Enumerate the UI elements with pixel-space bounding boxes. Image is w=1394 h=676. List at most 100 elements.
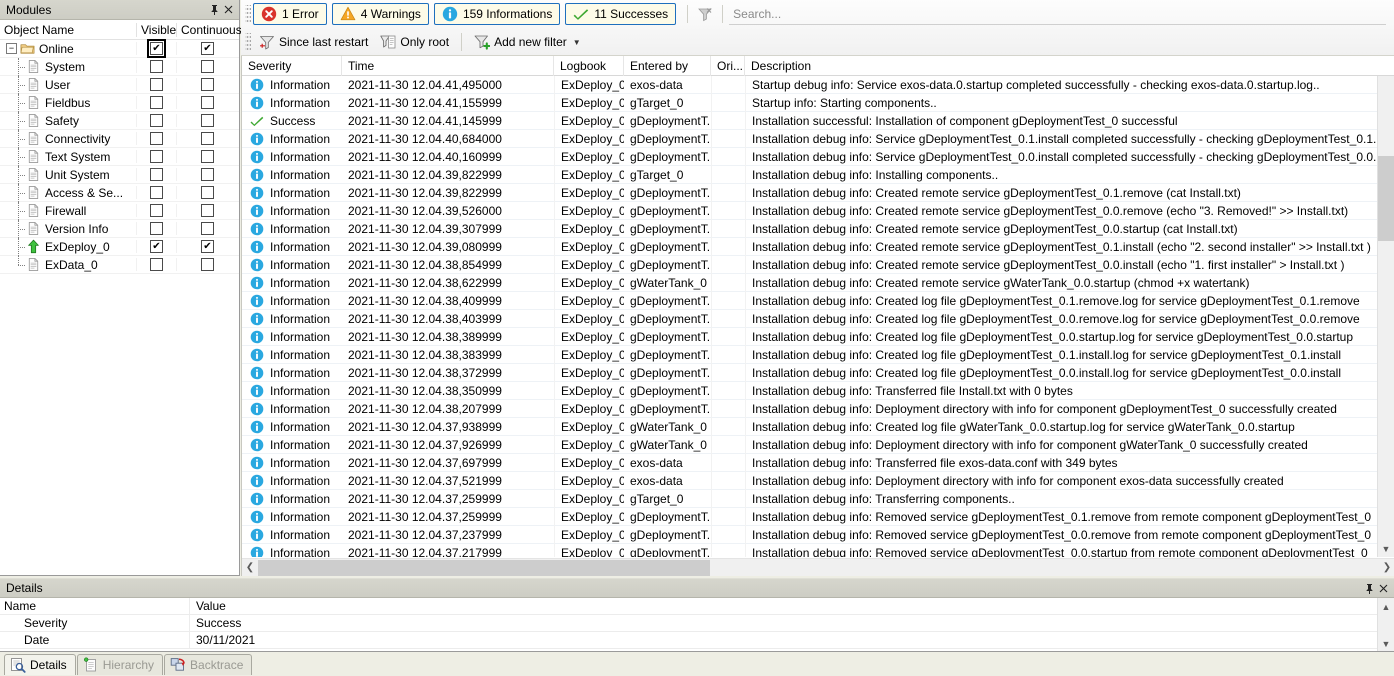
continuous-checkbox[interactable]	[201, 258, 214, 271]
table-row[interactable]: Information 2021-11-30 12.04.37,938999 ExD…	[242, 417, 1394, 436]
tree-item-exdeploy-0[interactable]: ExDeploy_0	[0, 237, 136, 256]
column-header-time[interactable]: Time	[342, 55, 554, 76]
table-row[interactable]: Information 2021-11-30 12.04.39,526000 ExD…	[242, 201, 1394, 220]
continuous-checkbox[interactable]	[201, 96, 214, 109]
continuous-checkbox[interactable]: ✔	[201, 240, 214, 253]
tree-row[interactable]: Unit System	[0, 165, 239, 184]
scroll-right-icon[interactable]: ❯	[1379, 562, 1394, 573]
column-header-severity[interactable]: Severity	[242, 55, 342, 76]
tree-row[interactable]: System	[0, 57, 239, 76]
table-row[interactable]: Success 2021-11-30 12.04.41,145999 ExDeplo…	[242, 111, 1394, 130]
log-horizontal-scrollbar[interactable]: ❮ ❯	[242, 558, 1394, 576]
visible-checkbox-cell[interactable]: ✔	[136, 39, 176, 58]
continuous-checkbox[interactable]	[201, 186, 214, 199]
tree-item-version-info[interactable]: Version Info	[0, 219, 136, 238]
details-row[interactable]: Severity Success	[0, 614, 1394, 632]
tab-backtrace[interactable]: Backtrace	[164, 654, 253, 675]
table-row[interactable]: Information 2021-11-30 12.04.41,495000 ExD…	[242, 76, 1394, 94]
continuous-checkbox[interactable]	[201, 114, 214, 127]
continuous-checkbox[interactable]	[201, 204, 214, 217]
tree-item-exdata-0[interactable]: ExData_0	[0, 255, 136, 274]
table-row[interactable]: Information 2021-11-30 12.04.39,822999 ExD…	[242, 165, 1394, 184]
column-header-object-name[interactable]: Object Name	[0, 23, 136, 37]
visible-checkbox-cell[interactable]	[136, 186, 176, 199]
visible-checkbox-cell[interactable]	[136, 96, 176, 109]
tree-item-user[interactable]: User	[0, 75, 136, 94]
log-horizontal-scroll-thumb[interactable]	[258, 559, 710, 576]
visible-checkbox[interactable]	[150, 60, 163, 73]
visible-checkbox[interactable]: ✔	[150, 240, 163, 253]
visible-checkbox[interactable]	[150, 150, 163, 163]
visible-checkbox[interactable]	[150, 258, 163, 271]
visible-checkbox-cell[interactable]	[136, 168, 176, 181]
visible-checkbox[interactable]: ✔	[147, 39, 166, 58]
table-row[interactable]: Information 2021-11-30 12.04.40,684000 ExD…	[242, 129, 1394, 148]
tab-details[interactable]: Details	[4, 654, 76, 675]
table-row[interactable]: Information 2021-11-30 12.04.38,207999 ExD…	[242, 399, 1394, 418]
table-row[interactable]: Information 2021-11-30 12.04.38,409999 ExD…	[242, 291, 1394, 310]
continuous-checkbox-cell[interactable]	[176, 258, 238, 271]
tree-item-access-se[interactable]: Access & Se...	[0, 183, 136, 202]
tree-row[interactable]: Connectivity	[0, 129, 239, 148]
details-vertical-scrollbar[interactable]: ▲ ▼	[1377, 598, 1394, 651]
continuous-checkbox-cell[interactable]	[176, 222, 238, 235]
scroll-down-icon[interactable]: ▼	[1378, 635, 1394, 651]
continuous-checkbox[interactable]	[201, 150, 214, 163]
tree-item-firewall[interactable]: Firewall	[0, 201, 136, 220]
scroll-up-icon[interactable]: ▲	[1378, 598, 1394, 615]
continuous-checkbox-cell[interactable]	[176, 60, 238, 73]
pin-icon[interactable]	[1362, 581, 1376, 595]
severity-filter-button-4-warnings[interactable]: 4 Warnings	[331, 3, 429, 25]
filter-grip-handle[interactable]	[245, 33, 251, 51]
continuous-checkbox-cell[interactable]	[176, 204, 238, 217]
table-row[interactable]: Information 2021-11-30 12.04.38,403999 ExD…	[242, 309, 1394, 328]
tree-item-safety[interactable]: Safety	[0, 111, 136, 130]
continuous-checkbox-cell[interactable]: ✔	[176, 240, 238, 253]
continuous-checkbox-cell[interactable]	[176, 96, 238, 109]
table-row[interactable]: Information 2021-11-30 12.04.37,237999 ExD…	[242, 525, 1394, 544]
column-header-continuous[interactable]: Continuous	[176, 22, 242, 37]
tree-item-connectivity[interactable]: Connectivity	[0, 129, 136, 148]
pin-icon[interactable]	[207, 3, 221, 17]
table-row[interactable]: Information 2021-11-30 12.04.37,521999 ExD…	[242, 471, 1394, 490]
continuous-checkbox-cell[interactable]	[176, 132, 238, 145]
continuous-checkbox-cell[interactable]: ✔	[176, 42, 238, 55]
continuous-checkbox-cell[interactable]	[176, 114, 238, 127]
visible-checkbox-cell[interactable]	[136, 258, 176, 271]
continuous-checkbox[interactable]: ✔	[201, 42, 214, 55]
tree-row[interactable]: ExData_0	[0, 255, 239, 274]
tree-row[interactable]: Firewall	[0, 201, 239, 220]
tree-row[interactable]: Safety	[0, 111, 239, 130]
continuous-checkbox[interactable]	[201, 60, 214, 73]
visible-checkbox-cell[interactable]: ✔	[136, 240, 176, 253]
tree-row[interactable]: Fieldbus	[0, 93, 239, 112]
table-row[interactable]: Information 2021-11-30 12.04.37,217999 ExD…	[242, 543, 1394, 557]
column-header-value[interactable]: Value	[190, 598, 1394, 615]
tree-item-online[interactable]: − Online	[0, 41, 136, 56]
table-row[interactable]: Information 2021-11-30 12.04.38,854999 ExD…	[242, 255, 1394, 274]
visible-checkbox-cell[interactable]	[136, 114, 176, 127]
log-horizontal-scroll-track[interactable]	[258, 559, 1379, 576]
tree-row[interactable]: Access & Se...	[0, 183, 239, 202]
tree-row[interactable]: Version Info	[0, 219, 239, 238]
scroll-left-icon[interactable]: ❮	[242, 562, 258, 573]
tree-expander-icon[interactable]: −	[6, 43, 17, 54]
log-vertical-scroll-thumb[interactable]	[1378, 156, 1394, 241]
chevron-down-icon[interactable]: ▼	[573, 38, 581, 47]
tree-item-unit-system[interactable]: Unit System	[0, 165, 136, 184]
continuous-checkbox[interactable]	[201, 222, 214, 235]
tree-row[interactable]: ExDeploy_0 ✔ ✔	[0, 237, 239, 256]
visible-checkbox[interactable]	[150, 168, 163, 181]
log-vertical-scrollbar[interactable]: ▲ ▼	[1377, 56, 1394, 557]
table-row[interactable]: Information 2021-11-30 12.04.39,080999 ExD…	[242, 237, 1394, 256]
continuous-checkbox-cell[interactable]	[176, 78, 238, 91]
tree-item-text-system[interactable]: Text System	[0, 147, 136, 166]
table-row[interactable]: Information 2021-11-30 12.04.38,372999 ExD…	[242, 363, 1394, 382]
visible-checkbox-cell[interactable]	[136, 60, 176, 73]
tab-hierarchy[interactable]: Hierarchy	[76, 654, 164, 675]
tree-item-fieldbus[interactable]: Fieldbus	[0, 93, 136, 112]
table-row[interactable]: Information 2021-11-30 12.04.38,622999 ExD…	[242, 273, 1394, 292]
table-row[interactable]: Information 2021-11-30 12.04.37,259999 ExD…	[242, 489, 1394, 508]
visible-checkbox-cell[interactable]	[136, 204, 176, 217]
continuous-checkbox-cell[interactable]	[176, 168, 238, 181]
